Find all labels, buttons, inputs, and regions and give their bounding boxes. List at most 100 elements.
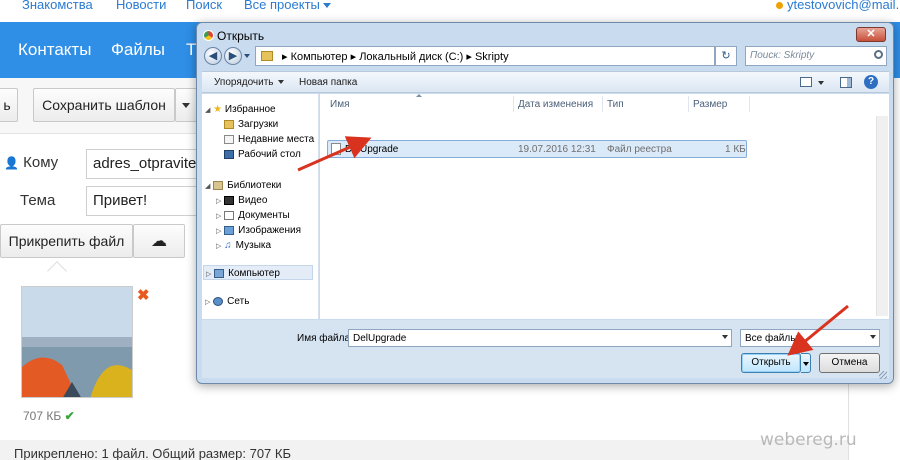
- attachment-summary: Прикреплено: 1 файл. Общий размер: 707 К…: [0, 440, 848, 460]
- cloud-icon: ☁: [151, 233, 167, 250]
- nav-music[interactable]: ▷ ♫ Музыка: [216, 240, 271, 251]
- expand-arrow-icon: ▷: [205, 299, 211, 306]
- nav-desktop[interactable]: Рабочий стол: [224, 149, 301, 160]
- libraries-icon: [213, 180, 224, 190]
- view-options-icon[interactable]: [800, 77, 812, 87]
- documents-icon: [224, 210, 235, 220]
- column-type[interactable]: Тип: [607, 99, 624, 110]
- nav-link-all-projects[interactable]: Все проекты: [244, 0, 331, 12]
- to-label-text: Кому: [23, 154, 59, 171]
- history-dropdown-icon[interactable]: [244, 54, 250, 58]
- view-dropdown-icon[interactable]: [818, 81, 824, 85]
- music-icon: ♫: [224, 240, 232, 251]
- breadcrumb-sep-icon: ▸: [282, 51, 288, 63]
- column-divider[interactable]: [688, 96, 689, 112]
- nav-pictures[interactable]: ▷ Изображения: [216, 225, 301, 236]
- top-nav: Знакомства Новости Поиск Все проекты yte…: [0, 0, 900, 22]
- file-name: DelUpgrade: [345, 144, 399, 155]
- check-icon: ✔: [64, 409, 75, 423]
- chevron-down-icon: [322, 3, 331, 9]
- cancel-button[interactable]: Отмена: [819, 353, 880, 373]
- search-icon: [874, 50, 883, 59]
- photo-image: [22, 287, 132, 397]
- attachment-thumbnail[interactable]: [21, 286, 133, 398]
- nav-favorites-label: Избранное: [224, 104, 276, 115]
- file-list: Имя Дата изменения Тип Размер DelUpgrade…: [320, 94, 889, 319]
- delete-attachment-icon[interactable]: ✖: [137, 286, 150, 304]
- nav-recent-label: Недавние места: [238, 134, 315, 145]
- expand-arrow-icon: ▷: [216, 243, 222, 250]
- open-options-button[interactable]: [801, 353, 811, 373]
- nav-downloads[interactable]: Загрузки: [224, 119, 278, 130]
- file-row[interactable]: DelUpgrade 19.07.2016 12:31 Файл реестра…: [327, 140, 747, 158]
- organize-label: Упорядочить: [214, 77, 274, 88]
- filetype-select[interactable]: Все файлы: [740, 329, 880, 347]
- refresh-button[interactable]: ↻: [715, 46, 737, 66]
- organize-menu[interactable]: Упорядочить: [214, 77, 284, 88]
- file-type: Файл реестра: [607, 144, 672, 155]
- column-divider[interactable]: [513, 96, 514, 112]
- filename-value: DelUpgrade: [353, 333, 407, 344]
- to-field[interactable]: adres_otpravite: [86, 149, 198, 179]
- expand-icon: ◢: [205, 183, 211, 190]
- forward-button[interactable]: ▶: [224, 47, 242, 65]
- nav-network[interactable]: ▷ Сеть: [205, 296, 249, 307]
- breadcrumb-skripty[interactable]: Skripty: [475, 51, 509, 63]
- forward-arrow-icon: ▶: [228, 50, 238, 62]
- address-bar[interactable]: ▸ Компьютер ▸ Локальный диск (C:) ▸ Skri…: [255, 46, 715, 66]
- person-icon: 👤: [4, 156, 19, 170]
- nav-documents[interactable]: ▷ Документы: [216, 210, 290, 221]
- to-label: 👤 Кому: [4, 154, 58, 171]
- search-input[interactable]: Поиск: Skripty: [745, 46, 887, 66]
- nav-video[interactable]: ▷ Видео: [216, 195, 267, 206]
- column-size[interactable]: Размер: [693, 99, 727, 110]
- nav-recent[interactable]: Недавние места: [224, 134, 314, 145]
- back-arrow-icon: ◀: [208, 50, 218, 62]
- breadcrumb-computer[interactable]: Компьютер: [291, 51, 348, 63]
- attach-file-button[interactable]: Прикрепить файл: [0, 224, 133, 258]
- open-button[interactable]: Открыть: [741, 353, 801, 373]
- folder-icon: [261, 51, 273, 61]
- send-button[interactable]: ь: [0, 88, 18, 122]
- nav-network-label: Сеть: [227, 296, 250, 307]
- tab-contacts[interactable]: Контакты: [18, 40, 91, 60]
- cloud-attach-button[interactable]: ☁: [133, 224, 185, 258]
- sort-arrow-icon: [416, 94, 422, 97]
- user-account[interactable]: ytestovovich@mail.: [776, 0, 899, 12]
- network-icon: [213, 296, 224, 306]
- status-dot-icon: [776, 2, 783, 10]
- expand-arrow-icon: ▷: [216, 198, 222, 205]
- nav-link-search[interactable]: Поиск: [186, 0, 222, 12]
- tab-files[interactable]: Файлы: [111, 40, 165, 60]
- dialog-title: Открыть: [217, 29, 265, 43]
- pictures-icon: [224, 225, 235, 235]
- column-date[interactable]: Дата изменения: [518, 99, 593, 110]
- save-template-button[interactable]: Сохранить шаблон: [33, 88, 175, 122]
- nav-link-dating[interactable]: Знакомства: [22, 0, 93, 12]
- nav-favorites[interactable]: ◢ ★ Избранное: [205, 104, 276, 115]
- column-name[interactable]: Имя: [330, 99, 349, 110]
- column-divider[interactable]: [602, 96, 603, 112]
- new-folder-button[interactable]: Новая папка: [299, 77, 357, 88]
- watermark: webereg.ru: [760, 430, 857, 450]
- chevron-down-icon[interactable]: [722, 335, 728, 339]
- filename-input[interactable]: DelUpgrade: [348, 329, 732, 347]
- tab-partial[interactable]: Т: [186, 40, 196, 60]
- breadcrumb-local-disk[interactable]: Локальный диск (C:): [359, 51, 463, 63]
- back-button[interactable]: ◀: [204, 47, 222, 65]
- attach-pointer: [47, 261, 67, 281]
- subject-field[interactable]: Привет!: [86, 186, 198, 216]
- nav-libraries[interactable]: ◢ Библиотеки: [205, 180, 281, 191]
- column-divider[interactable]: [749, 96, 750, 112]
- preview-pane-icon[interactable]: [840, 77, 852, 88]
- scrollbar[interactable]: [876, 116, 888, 316]
- open-file-dialog: Открыть ✕ ◀ ▶ ▸ Компьютер ▸ Локальный ди…: [196, 22, 894, 384]
- close-button[interactable]: ✕: [856, 27, 886, 42]
- nav-computer[interactable]: ▷ Компьютер: [203, 265, 313, 280]
- template-dropdown-button[interactable]: [175, 88, 197, 122]
- nav-link-news[interactable]: Новости: [116, 0, 166, 12]
- expand-icon: ▷: [206, 271, 212, 278]
- resize-grip[interactable]: [879, 371, 887, 379]
- help-icon[interactable]: ?: [864, 75, 878, 89]
- dialog-bottom: Имя файла: DelUpgrade Все файлы Открыть …: [202, 320, 889, 378]
